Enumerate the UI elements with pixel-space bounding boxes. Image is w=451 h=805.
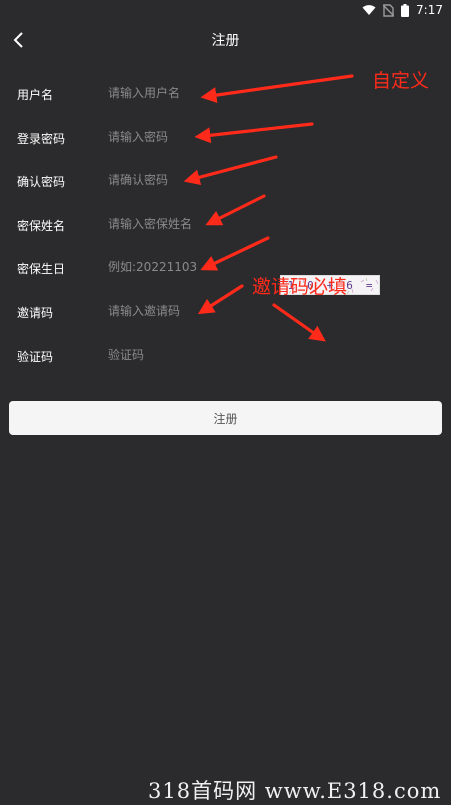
watermark: 318首码网 www.E318.com: [148, 779, 442, 803]
arrow-to-invite-code: [197, 284, 244, 315]
arrow-to-security-name: [205, 194, 266, 226]
arrow-to-captcha: [272, 303, 326, 342]
arrow-to-confirm-password: [183, 155, 278, 186]
arrow-to-birthday: [200, 236, 270, 271]
arrow-to-password: [194, 122, 314, 144]
annotation-invite-note: 邀请码必填: [252, 276, 348, 298]
annotation-custom-note: 自定义: [372, 70, 430, 92]
annotation-arrows: [183, 74, 354, 342]
arrow-to-username: [200, 74, 354, 104]
